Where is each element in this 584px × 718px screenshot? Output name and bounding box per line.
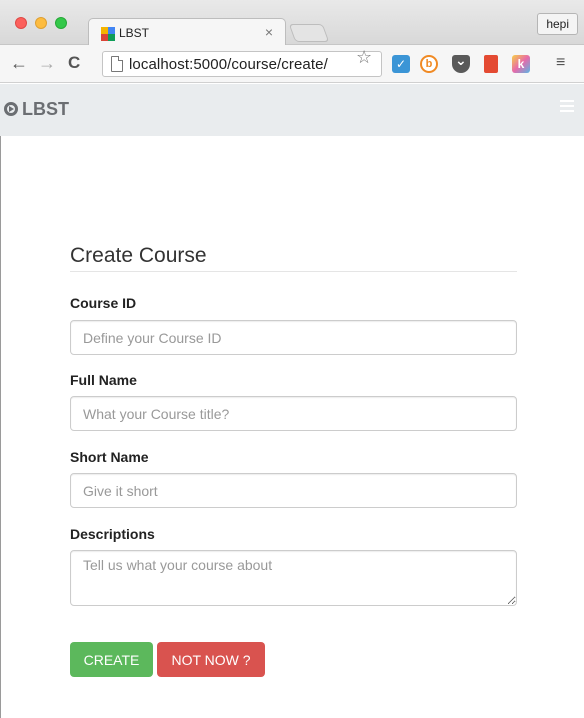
hamburger-menu-icon[interactable] <box>560 100 574 112</box>
title-divider <box>70 271 517 272</box>
back-icon[interactable]: ← <box>10 53 28 73</box>
maximize-window-button[interactable] <box>55 17 67 29</box>
address-bar[interactable]: localhost:5000/course/create/ <box>102 51 382 77</box>
app-navbar: LBST <box>0 84 584 136</box>
browser-tab[interactable]: LBST × <box>88 18 286 46</box>
tab-close-icon[interactable]: × <box>265 24 273 40</box>
form-title: Create Course <box>70 244 207 267</box>
lbst-favicon-icon <box>101 27 115 41</box>
forward-icon[interactable]: → <box>38 53 56 73</box>
url-text[interactable]: localhost:5000/course/create/ <box>129 56 328 73</box>
profile-button[interactable]: hepi <box>537 13 578 35</box>
play-circle-icon <box>4 102 18 116</box>
book-extension-icon[interactable] <box>484 55 498 73</box>
full-name-input[interactable] <box>70 396 517 431</box>
not-now-button[interactable]: NOT NOW ? <box>157 642 265 677</box>
short-name-label: Short Name <box>70 449 149 465</box>
close-window-button[interactable] <box>15 17 27 29</box>
tab-title: LBST <box>119 26 150 40</box>
new-tab-button[interactable] <box>288 24 330 42</box>
brand-link[interactable]: LBST <box>4 99 69 120</box>
browser-toolbar: ← → C localhost:5000/course/create/ ☆ ✓ … <box>0 45 584 83</box>
browser-titlebar: LBST × hepi <box>0 0 584 46</box>
descriptions-label: Descriptions <box>70 526 155 542</box>
pocket-icon[interactable] <box>452 52 470 73</box>
course-id-input[interactable] <box>70 320 517 355</box>
page-icon <box>111 56 123 72</box>
check-extension-icon[interactable]: ✓ <box>392 55 410 73</box>
short-name-input[interactable] <box>70 473 517 508</box>
reload-icon[interactable]: C <box>68 53 80 73</box>
brand-text: LBST <box>22 99 69 119</box>
b-extension-icon[interactable]: b <box>420 55 438 73</box>
minimize-window-button[interactable] <box>35 17 47 29</box>
k-extension-icon[interactable]: k <box>512 55 530 73</box>
create-button[interactable]: CREATE <box>70 642 153 677</box>
course-id-label: Course ID <box>70 295 137 311</box>
browser-menu-icon[interactable]: ≡ <box>556 54 565 72</box>
full-name-label: Full Name <box>70 372 137 388</box>
descriptions-textarea[interactable] <box>70 550 517 606</box>
